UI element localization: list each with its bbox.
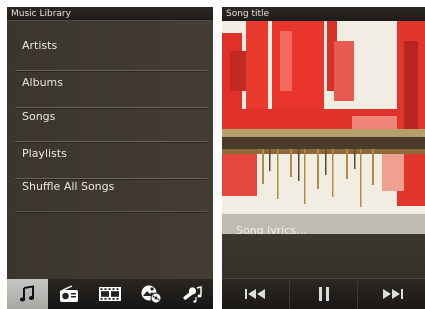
menu-item-albums[interactable]: Albums: [15, 74, 207, 108]
menu-item-label: Artists: [22, 39, 58, 52]
music-note-icon: [19, 285, 34, 302]
tab-photos[interactable]: [131, 279, 172, 309]
pause-icon: [318, 287, 329, 301]
library-menu: Artists Albums Songs Playlists Shuffle A…: [7, 21, 213, 279]
menu-item-artists[interactable]: Artists: [15, 37, 207, 71]
tab-radio[interactable]: [48, 279, 89, 309]
lyrics-bar: Song lyrics...: [222, 214, 425, 234]
lyrics-text: Song lyrics...: [236, 224, 307, 234]
next-icon: [382, 289, 403, 299]
menu-item-label: Playlists: [22, 147, 67, 160]
menu-item-songs[interactable]: Songs: [15, 108, 207, 142]
music-library-screen: Music Library Artists Albums Songs Playl…: [7, 7, 213, 309]
previous-button[interactable]: [222, 279, 289, 309]
player-background: [222, 234, 425, 279]
next-button[interactable]: [357, 279, 425, 309]
song-title-bar: Song title: [222, 7, 425, 21]
menu-item-playlists[interactable]: Playlists: [15, 145, 207, 179]
artwork-image: [222, 21, 425, 234]
album-artwork: Song lyrics...: [222, 21, 425, 234]
now-playing-screen: Song title Song lyrics...: [222, 7, 425, 309]
menu-item-label: Songs: [22, 110, 56, 123]
pause-button[interactable]: [289, 279, 357, 309]
tab-video[interactable]: [89, 279, 130, 309]
library-title: Music Library: [11, 9, 71, 19]
karaoke-icon: [183, 286, 203, 303]
song-title: Song title: [226, 9, 270, 19]
library-title-bar: Music Library: [7, 7, 213, 21]
film-icon: [99, 287, 121, 301]
playback-controls: [222, 278, 425, 309]
menu-item-shuffle-all-songs[interactable]: Shuffle All Songs: [15, 178, 207, 212]
tab-karaoke[interactable]: [172, 279, 213, 309]
tab-music[interactable]: [7, 279, 49, 309]
media-tab-bar: [7, 279, 213, 309]
radio-icon: [59, 285, 78, 302]
photos-icon: [141, 285, 162, 304]
menu-item-label: Shuffle All Songs: [22, 180, 115, 193]
menu-item-label: Albums: [22, 76, 63, 89]
previous-icon: [244, 289, 265, 299]
